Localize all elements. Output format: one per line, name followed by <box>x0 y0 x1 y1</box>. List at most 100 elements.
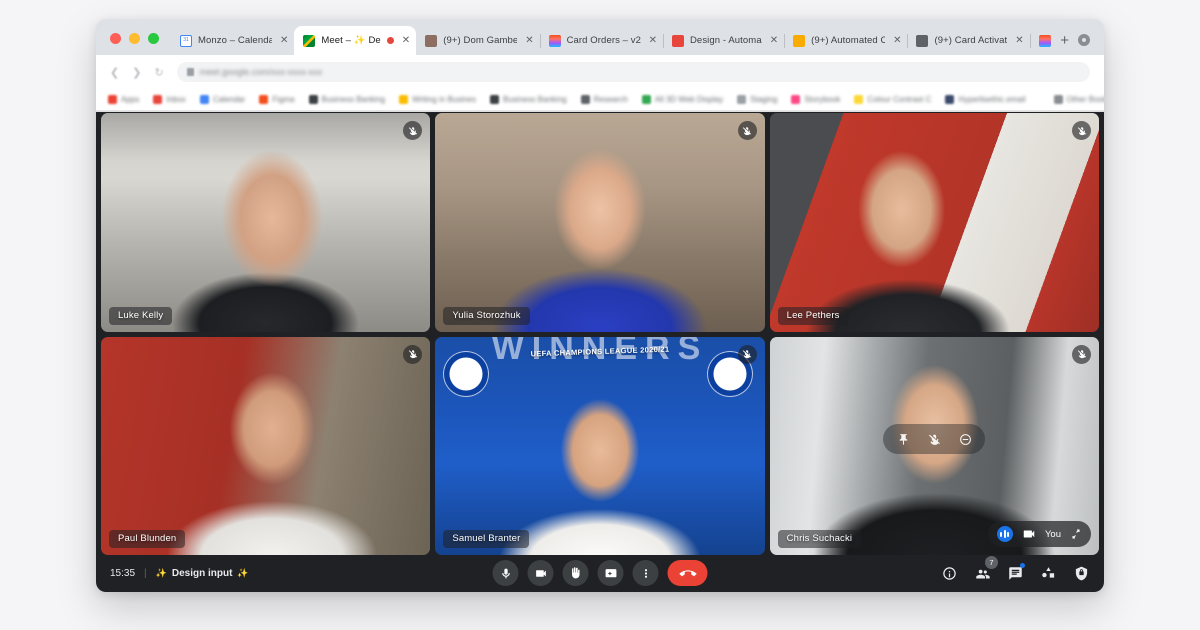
bookmark-favicon-icon <box>1053 95 1063 104</box>
tab-list: 31 Monzo – Calenda ✕ Meet – ✨ De ✕ (9+) Dom G… <box>171 26 1051 55</box>
present-button[interactable] <box>597 560 624 586</box>
chelsea-crest-icon <box>443 350 490 397</box>
participant-tile[interactable]: Luke Kelly <box>101 113 431 332</box>
meeting-meta: 15:35 | ✨ Design input ✨ <box>110 568 249 579</box>
show-everyone-button[interactable]: 7 <box>973 556 998 582</box>
avatar-icon <box>425 34 438 47</box>
chat-button[interactable] <box>1006 563 1025 582</box>
hand-icon <box>569 566 582 580</box>
bookmark-item[interactable]: All 3D Web Display <box>641 95 723 104</box>
participant-tile[interactable]: WINNERS UEFA CHAMPIONS LEAGUE 2020/21 Samu… <box>435 336 765 555</box>
expand-icon[interactable] <box>1070 528 1082 540</box>
tab-title: Meet – ✨ De <box>321 35 381 46</box>
bookmark-item[interactable]: Other Bookmarks <box>1053 95 1104 104</box>
bookmark-item[interactable]: Staging <box>737 95 777 104</box>
omnibox-bar: ❮ ❯ ↻ meet.google.com/xxx-xxxx-xxx <box>96 55 1104 89</box>
participant-muted-icon <box>1072 121 1091 140</box>
participant-tile[interactable]: Lee Pethers <box>769 113 1099 332</box>
pin-icon[interactable] <box>893 429 913 449</box>
browser-tab[interactable]: 31 Monzo – Calenda ✕ <box>171 26 294 55</box>
meeting-title-group: ✨ Design input ✨ <box>156 568 249 579</box>
tab-close-icon[interactable]: ✕ <box>278 35 288 46</box>
end-call-button[interactable] <box>667 560 708 586</box>
host-controls-button[interactable] <box>1072 564 1090 582</box>
participant-name-label: Yulia Storozhuk <box>443 306 530 325</box>
minimize-window-button[interactable] <box>129 33 140 44</box>
bookmark-label: Other Bookmarks <box>1066 95 1104 104</box>
browser-window: 31 Monzo – Calenda ✕ Meet – ✨ De ✕ (9+) Dom G… <box>96 19 1104 592</box>
tab-strip: 31 Monzo – Calenda ✕ Meet – ✨ De ✕ (9+) Dom G… <box>96 19 1104 55</box>
microphone-button[interactable] <box>492 560 519 586</box>
tab-close-icon[interactable]: ✕ <box>768 35 778 46</box>
pin-icon <box>671 34 684 47</box>
url-text: meet.google.com/xxx-xxxx-xxx <box>199 67 323 77</box>
browser-tab[interactable]: Meet – ✨ De ✕ <box>294 26 417 55</box>
present-icon <box>604 567 617 580</box>
tab-close-icon[interactable]: ✕ <box>523 35 533 46</box>
bookmark-label: Calendar <box>212 95 246 104</box>
tab-title: Card Orders – v2 <box>566 35 641 46</box>
bookmark-label: Inbox <box>166 95 186 104</box>
camera-button[interactable] <box>527 560 554 586</box>
bookmark-item[interactable]: Colour Contrast C <box>854 95 931 104</box>
reload-icon[interactable]: ↻ <box>154 66 163 79</box>
participant-video <box>101 113 431 332</box>
participant-tile[interactable]: Yulia Storozhuk <box>435 113 765 332</box>
bookmark-item[interactable]: Inbox <box>153 95 186 104</box>
tab-close-icon[interactable]: ✕ <box>891 35 901 46</box>
browser-tab[interactable]: (9+) Automated C ✕ <box>784 26 909 55</box>
window-menu-button[interactable] <box>1078 34 1090 46</box>
bookmark-item[interactable]: Writing in Busines <box>399 95 476 104</box>
bookmark-item[interactable]: Business Banking <box>490 95 567 104</box>
bookmark-favicon-icon <box>854 95 864 104</box>
participant-name-label: Lee Pethers <box>777 306 849 325</box>
card-icon <box>793 34 806 47</box>
browser-tab[interactable]: (9+) Card Activat ✕ <box>907 26 1031 55</box>
participants-count-badge: 7 <box>985 556 998 569</box>
bookmark-item[interactable]: Storybook <box>791 95 840 104</box>
browser-tab[interactable]: (9+) Dom Gambe ✕ <box>416 26 541 55</box>
window-traffic-lights <box>104 33 171 55</box>
bookmark-item[interactable]: Business Banking <box>308 95 385 104</box>
bookmark-item[interactable]: Figma <box>259 95 295 104</box>
bookmark-item[interactable]: Hyperlisethic.email <box>945 95 1026 104</box>
bookmark-label: Business Banking <box>503 95 567 104</box>
browser-tab[interactable]: Card Orders – v2 ✕ <box>540 26 664 55</box>
self-label: You <box>1044 528 1061 540</box>
google-meet-app: Luke Kelly Yulia Storozhuk Lee Pethers Paul… <box>96 112 1104 592</box>
bookmark-item[interactable]: Apps <box>108 95 139 104</box>
self-view-pill[interactable]: You <box>987 521 1091 547</box>
back-icon[interactable]: ❮ <box>110 66 119 79</box>
bookmark-item[interactable]: Calendar <box>199 95 246 104</box>
raise-hand-button[interactable] <box>562 560 589 586</box>
browser-tab[interactable]: Figma✕ <box>1030 26 1052 55</box>
browser-tab[interactable]: Design - Automa ✕ <box>663 26 786 55</box>
participant-tile[interactable]: Paul Blunden <box>101 336 431 555</box>
tab-close-icon[interactable]: ✕ <box>647 35 657 46</box>
minus-circle-icon[interactable] <box>955 429 975 449</box>
bookmark-favicon-icon <box>580 95 590 104</box>
activities-button[interactable] <box>1039 564 1057 582</box>
address-bar[interactable]: meet.google.com/xxx-xxxx-xxx <box>176 62 1090 82</box>
forward-icon[interactable]: ❯ <box>132 66 141 79</box>
video-icon <box>1022 527 1036 541</box>
bookmark-favicon-icon <box>399 95 409 104</box>
tab-close-icon[interactable]: ✕ <box>400 35 410 46</box>
mic-off-icon[interactable] <box>924 429 944 449</box>
mic-icon <box>499 567 512 580</box>
maximize-window-button[interactable] <box>148 33 159 44</box>
new-tab-button[interactable]: + <box>1051 32 1078 55</box>
bookmark-item[interactable]: Research <box>580 95 628 104</box>
bookmark-favicon-icon <box>945 95 955 104</box>
unread-dot-icon <box>1020 563 1025 568</box>
bookmark-favicon-icon <box>108 95 117 104</box>
meeting-details-button[interactable] <box>940 564 958 582</box>
more-button[interactable] <box>632 560 659 586</box>
person-icon <box>916 34 929 47</box>
bookmark-label: Storybook <box>804 95 841 104</box>
participant-tile[interactable]: Chris Suchacki You <box>769 336 1099 555</box>
close-window-button[interactable] <box>110 33 121 44</box>
audio-viz-icon <box>996 526 1013 542</box>
tab-close-icon[interactable]: ✕ <box>1013 35 1023 46</box>
meeting-title: Design input <box>171 567 233 579</box>
